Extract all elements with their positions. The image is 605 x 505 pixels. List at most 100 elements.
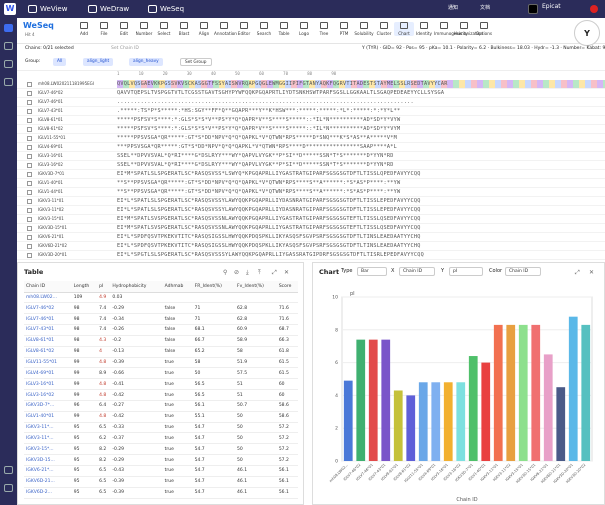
row-checkbox[interactable] [27, 154, 32, 159]
sequence-row[interactable]: IGKV3D-20*01 EI*L*SPGTLSLSPGERATLSC*RASQS… [17, 251, 605, 260]
toolbar-file-button[interactable]: File [94, 22, 114, 36]
tab-weseq[interactable]: WeSeq [148, 2, 184, 16]
column-header[interactable]: Length [71, 281, 98, 293]
bar[interactable] [468, 356, 478, 461]
column-header[interactable]: Adhmab [162, 281, 193, 293]
toolbar-select-button[interactable]: Select [154, 22, 174, 36]
row-checkbox[interactable] [27, 145, 32, 150]
column-header[interactable]: pI [97, 281, 111, 293]
column-header[interactable]: FR_Ident(%) [192, 281, 236, 293]
sidebar-collapse-icon[interactable] [4, 484, 13, 492]
set-group-button[interactable]: Set Group [180, 58, 212, 66]
group-chip-align-heavy[interactable]: align_heavy [129, 58, 163, 66]
sequence-row[interactable]: IGKV6D-21*02 EI*L*SPDFQSVTPKEKVTITC*RASQS… [17, 242, 605, 251]
sequence-row[interactable]: IGKV3-15*01 EI*M*SPATLSVSPGERATLSC*RASQSV… [17, 215, 605, 224]
row-checkbox[interactable] [27, 118, 32, 123]
bar[interactable] [506, 324, 516, 461]
toolbar-humanization-button[interactable]: Humanization [454, 22, 483, 36]
toolbar-cluster-button[interactable]: Cluster [374, 22, 394, 36]
sequence-row[interactable]: IGLV8-61*01 *****PSFSV*S****:*:GLS*S*S*V*… [17, 116, 605, 125]
row-checkbox[interactable] [27, 226, 32, 231]
sequence-row[interactable]: IGKV3-11*01 EI*L*SPATLSLSPGERATLSC*RASQSV… [17, 197, 605, 206]
row-checkbox[interactable] [27, 208, 32, 213]
sequence-row[interactable]: mh08.LW020211181995EGI QVQLVQSGAEVKKPGSSV… [17, 80, 605, 89]
bar[interactable] [456, 382, 466, 461]
sequence-row[interactable]: IGLV1-44*01 **S**PPSVSGA*QR*****:GT*S*DD*… [17, 188, 605, 197]
tab-wedraw[interactable]: WeDraw [88, 2, 129, 16]
sequence-row[interactable]: IGLV4-69*01 ***PPSVSGA*QR*****:GT*S*DD*NP… [17, 143, 605, 152]
sequence-row[interactable]: IGLV8-61*02 *****PSFSV*S****:*:GLS*S*S*V*… [17, 125, 605, 134]
notification-link[interactable]: 通知 [448, 4, 458, 11]
sidebar-folder-icon[interactable] [4, 42, 13, 50]
bar[interactable] [581, 324, 591, 461]
row-checkbox[interactable] [27, 235, 32, 240]
sequence-row[interactable]: IGLV7-46*02 QAVVTQEPSLTVSPGGTVTLTCGSSTGAV… [17, 89, 605, 98]
table-row[interactable]: IGLV1-40*01 99 4.8 -0.42 true 55.1 50 58.6 [24, 411, 298, 423]
toolbar-logo-button[interactable]: Logo [294, 22, 314, 36]
toolbar-solubility-button[interactable]: Solubility [354, 22, 374, 36]
table-row[interactable]: IGKV6D-21... 95 6.5 -0.39 true 54.7 46.1 56.1 [24, 476, 298, 488]
bar[interactable] [356, 339, 366, 461]
chart-color-select[interactable]: Chain ID [505, 267, 541, 276]
bar[interactable] [518, 324, 528, 461]
sequence-alignment-area[interactable]: 1 10 20 30 40 50 60 70 80 90 mh08.LW0202… [17, 70, 605, 260]
row-checkbox[interactable] [27, 100, 32, 105]
table-row[interactable]: IGKV6D-2... 95 6.5 -0.39 true 54.7 46.1 56.1 [24, 487, 298, 499]
close-icon[interactable]: ✕ [284, 269, 289, 276]
group-chip-align-light[interactable]: align_light [83, 58, 114, 66]
toolbar-immunogenicity-button[interactable]: Immunogenicity [434, 22, 468, 36]
bar-chart[interactable]: 0246810pImh08.LW02...IGLV7-46*02IGLV7-46… [318, 283, 603, 503]
bar[interactable] [481, 362, 491, 461]
upload-icon[interactable]: ⤒ [258, 269, 261, 277]
table-row[interactable]: IGLV7-43*01 98 7.4 -0.26 false 68.1 60.9 68.7 [24, 324, 298, 336]
filter-clear-icon[interactable]: ⊘ [234, 269, 239, 276]
toolbar-align-button[interactable]: Align [194, 22, 214, 36]
toolbar-blast-button[interactable]: Blast [174, 22, 194, 36]
table-row[interactable]: IGKV6-21*... 95 6.5 -0.43 true 54.7 46.1 56.1 [24, 465, 298, 477]
sequence-row[interactable]: IGLV3-16*01 SSEL**DPVVSVAL*Q*RI****G*DSLR… [17, 152, 605, 161]
column-header[interactable]: Chain ID [24, 281, 72, 293]
toolbar-search-button[interactable]: Search [254, 22, 274, 36]
sequence-row[interactable]: IGKV3D-7*01 EI*M*SPATLSLSPGERATLSC*RASQSV… [17, 170, 605, 179]
set-chain-id-button[interactable]: Set Chain ID [111, 44, 139, 54]
language-flag-icon[interactable] [590, 5, 598, 13]
bar[interactable] [493, 324, 503, 461]
sequence-row[interactable]: IGLV3-16*02 SSEL**DPVVSVAL*Q*RI****G*DSLR… [17, 161, 605, 170]
table-row[interactable]: IGKV3D-7*... 96 6.4 -0.27 true 56.1 50.7 58.6 [24, 400, 298, 412]
sidebar-history-icon[interactable] [4, 60, 13, 68]
row-checkbox[interactable] [27, 253, 32, 258]
toolbar-editor-button[interactable]: Editor [234, 22, 254, 36]
tab-weview[interactable]: WeView [28, 2, 67, 16]
table-row[interactable]: IGKV3D-15... 95 8.2 -0.29 true 54.7 50 57.2 [24, 454, 298, 466]
chart-close-icon[interactable]: ✕ [589, 269, 594, 276]
bar[interactable] [568, 316, 578, 461]
download-icon[interactable]: ⤓ [246, 269, 249, 277]
assistant-avatar[interactable]: Y [574, 20, 600, 46]
sequence-row[interactable]: IGKV3-11*02 EI*L*SPATLSLSPGERATLSC*RASQSV… [17, 206, 605, 215]
docs-link[interactable]: 文档 [480, 4, 490, 11]
group-chip-all[interactable]: All [53, 58, 67, 66]
bar[interactable] [543, 354, 553, 461]
table-row[interactable]: IGLV8-61*01 98 4.3 -0.2 false 66.7 58.9 66.3 [24, 335, 298, 347]
bar[interactable] [443, 382, 453, 461]
toolbar-tree-button[interactable]: Tree [314, 22, 334, 36]
chart-y-select[interactable]: pI [449, 267, 483, 276]
sidebar-home-icon[interactable] [4, 24, 13, 32]
row-checkbox[interactable] [27, 244, 32, 249]
table-row[interactable]: IGLV11-55*01 99 4.8 -0.39 true 58 51.9 61.5 [24, 357, 298, 369]
bar[interactable] [431, 382, 441, 461]
chart-type-select[interactable]: Bar [357, 267, 387, 276]
toolbar-table-button[interactable]: Table [274, 22, 294, 36]
table-row[interactable]: IGLV7-46*01 98 7.4 -0.34 false 71 62.8 71.6 [24, 313, 298, 326]
sidebar-help-icon[interactable] [4, 466, 13, 474]
table-row[interactable]: mh08.LW02... 109 4.9 0.03 [24, 292, 298, 304]
sequence-row[interactable]: IGKV6-21*01 EI*L*SPDFQSVTPKEKVTITC*RASQSI… [17, 233, 605, 242]
table-row[interactable]: IGLV3-16*02 99 4.8 -0.42 true 56.5 51 60 [24, 389, 298, 401]
table-row[interactable]: IGLV8-61*02 98 4 -0.13 false 65.2 58 61.8 [24, 346, 298, 358]
toolbar-identity-button[interactable]: Identity [414, 22, 434, 36]
toolbar-number-button[interactable]: Number [134, 22, 154, 36]
bar[interactable] [368, 339, 378, 461]
table-row[interactable]: IGKV3-15*... 95 8.2 -0.29 true 54.7 50 57.2 [24, 443, 298, 456]
row-checkbox[interactable] [27, 190, 32, 195]
row-checkbox[interactable] [27, 217, 32, 222]
